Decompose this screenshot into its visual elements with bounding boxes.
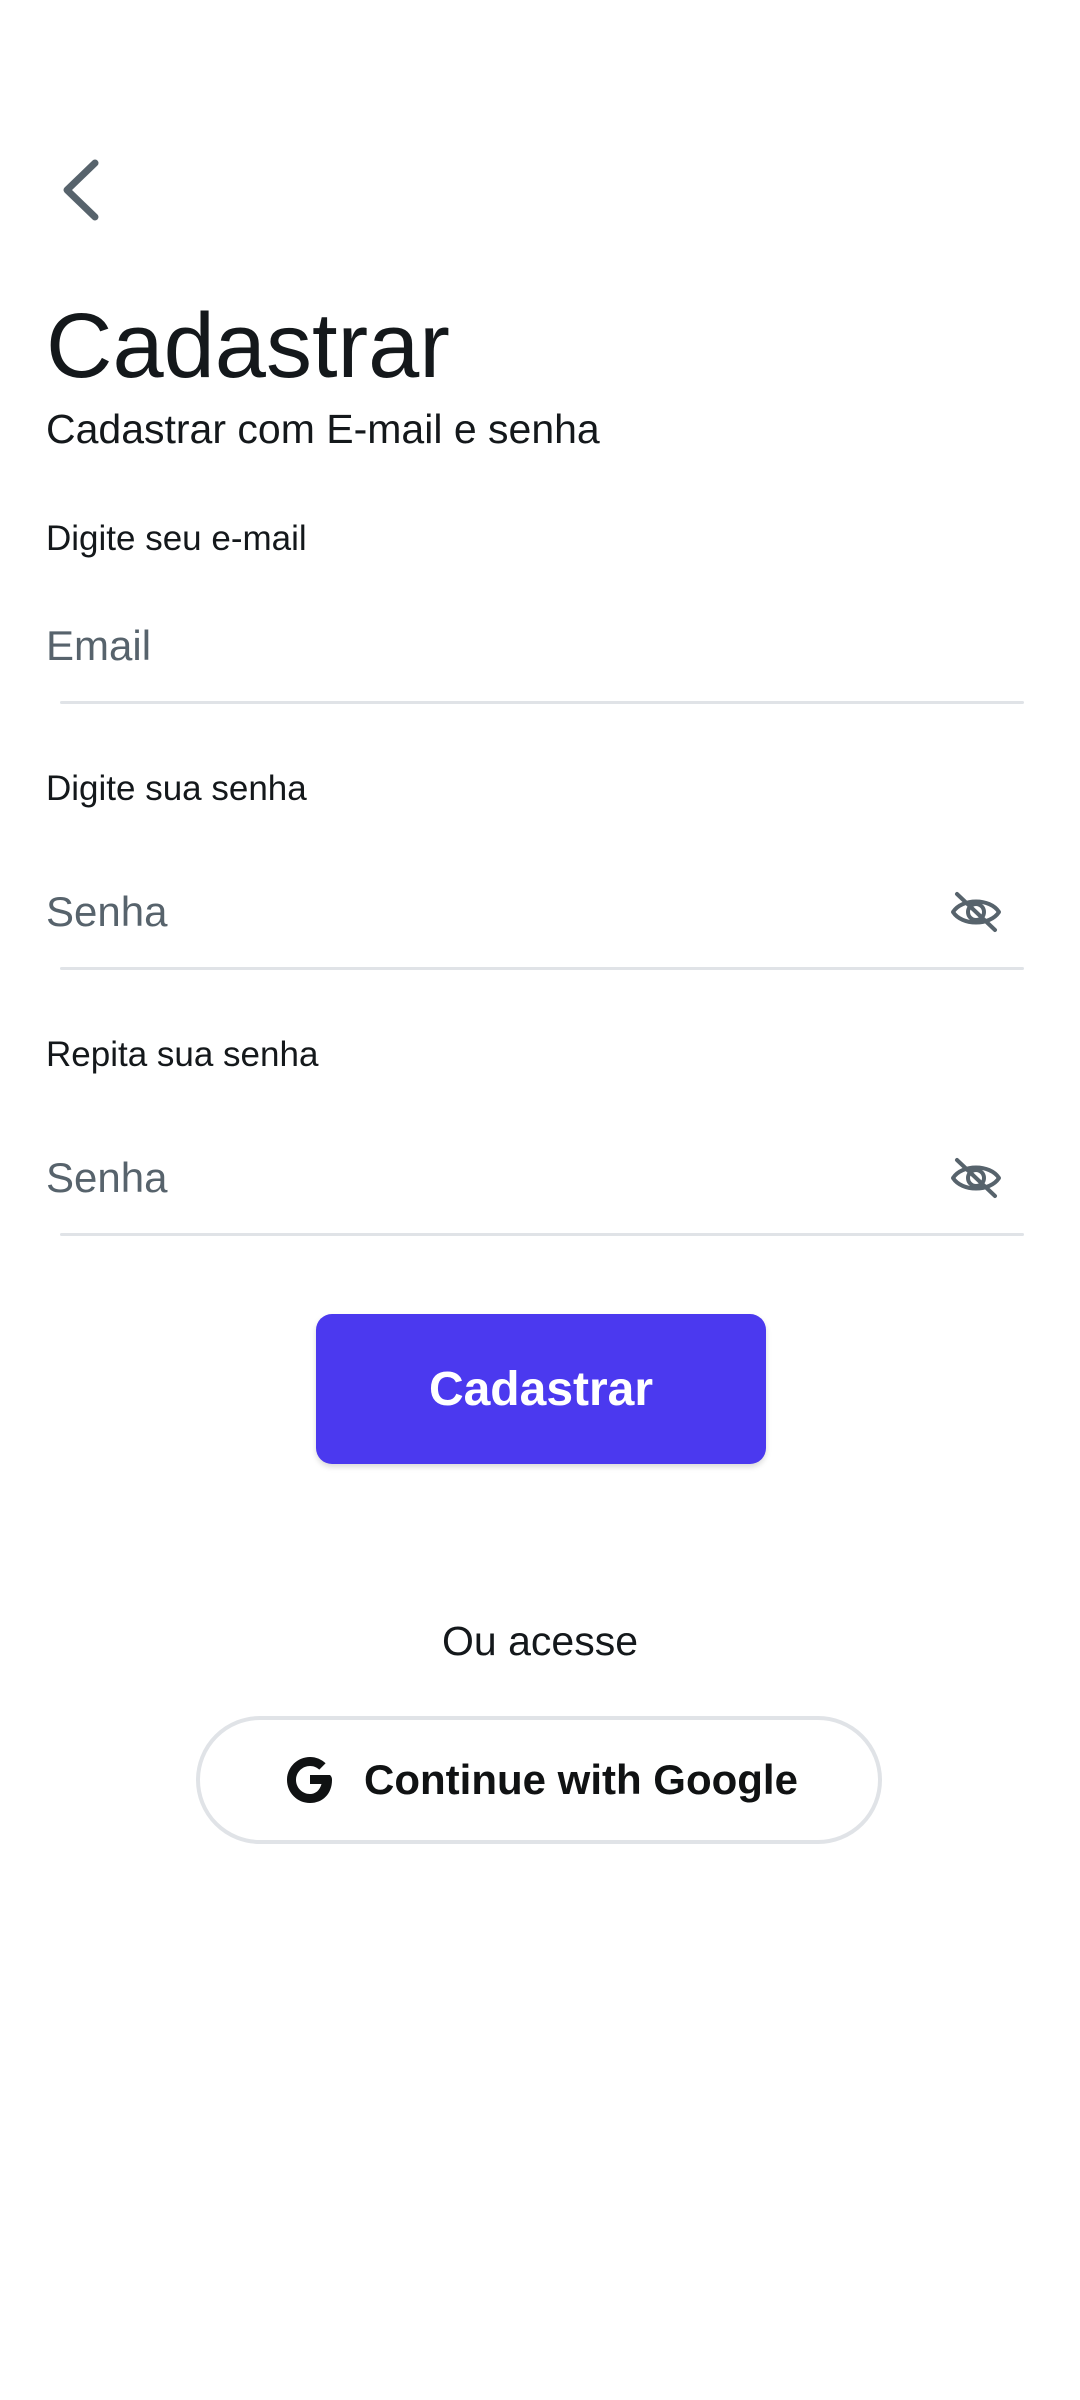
password-visibility-toggle[interactable] — [948, 886, 1004, 938]
password-underline — [60, 967, 1024, 970]
email-field[interactable] — [46, 596, 926, 696]
cadastrar-button[interactable]: Cadastrar — [316, 1314, 766, 1464]
continue-with-google-button[interactable]: Continue with Google — [196, 1716, 882, 1844]
password-field-container — [46, 862, 1024, 970]
email-underline — [60, 701, 1024, 704]
confirm-password-label: Repita sua senha — [46, 1035, 319, 1074]
confirm-password-field[interactable] — [46, 1128, 926, 1228]
google-icon — [280, 1750, 340, 1810]
google-button-label: Continue with Google — [364, 1756, 798, 1803]
email-label: Digite seu e-mail — [46, 519, 307, 558]
or-access-text: Ou acesse — [442, 1618, 638, 1664]
confirm-password-field-container — [46, 1128, 1024, 1236]
eye-off-icon — [951, 892, 1001, 932]
password-label: Digite sua senha — [46, 769, 307, 808]
page-title: Cadastrar — [46, 295, 450, 397]
eye-off-icon — [951, 1158, 1001, 1198]
confirm-password-visibility-toggle[interactable] — [948, 1152, 1004, 1204]
confirm-password-underline — [60, 1233, 1024, 1236]
chevron-left-icon — [63, 159, 99, 221]
email-field-container — [46, 596, 1024, 704]
password-field[interactable] — [46, 862, 926, 962]
page-subtitle: Cadastrar com E-mail e senha — [46, 406, 600, 452]
back-button[interactable] — [46, 150, 116, 230]
